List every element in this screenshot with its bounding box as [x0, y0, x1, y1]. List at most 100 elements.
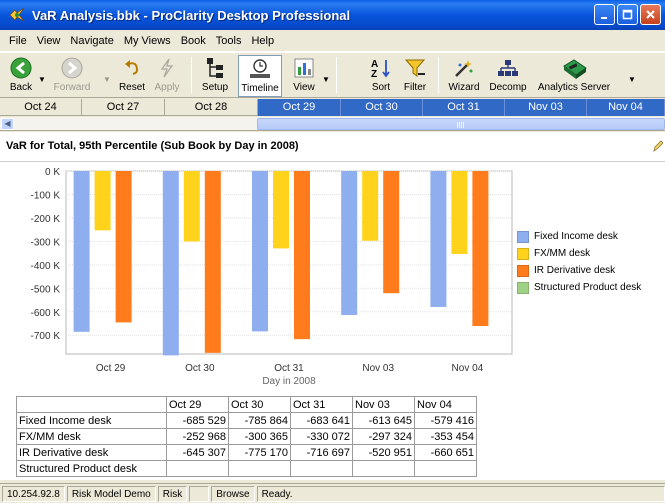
- back-dropdown-icon[interactable]: ▼: [38, 75, 46, 84]
- analytics-server-button[interactable]: Analytics Server: [532, 55, 616, 97]
- toolbar: Back ▼ Forward ▼ Reset Apply Setup Timel…: [0, 52, 665, 98]
- timeline-date[interactable]: Oct 28: [165, 99, 258, 116]
- sort-az-icon: AZ: [371, 59, 390, 79]
- legend-entry: FX/MM desk: [517, 245, 641, 262]
- timeline-date-selected[interactable]: Oct 30: [341, 99, 423, 116]
- grid-row-header[interactable]: FX/MM desk: [16, 428, 167, 445]
- minimize-button[interactable]: [594, 4, 615, 25]
- legend-swatch: [517, 264, 529, 277]
- menu-book[interactable]: Book: [176, 35, 211, 47]
- wizard-label: Wizard: [448, 82, 480, 93]
- timeline-scrollbar[interactable]: ◀: [0, 117, 665, 131]
- forward-label: Forward: [53, 82, 91, 93]
- reset-button[interactable]: Reset: [116, 55, 148, 97]
- setup-button[interactable]: Setup: [198, 55, 232, 97]
- wizard-button[interactable]: Wizard: [444, 55, 484, 97]
- grid-cell: -297 324: [352, 428, 415, 445]
- undo-arrow-icon: [125, 60, 139, 75]
- grid-header-row: Oct 29 Oct 30 Oct 31 Nov 03 Nov 04: [16, 396, 477, 413]
- timeline-button[interactable]: Timeline: [238, 55, 282, 97]
- status-message: Ready.: [256, 485, 665, 502]
- grid-cell: -300 365: [228, 428, 291, 445]
- grid-cell: [414, 460, 477, 477]
- forward-dropdown-icon[interactable]: ▼: [103, 75, 111, 84]
- back-label: Back: [9, 82, 33, 93]
- x-tick-label: Nov 04: [452, 363, 484, 374]
- title-bar: VaR Analysis.bbk - ProClarity Desktop Pr…: [0, 0, 665, 30]
- grid-cell: -252 968: [166, 428, 229, 445]
- grid-cell: [166, 460, 229, 477]
- grid-cell: -775 170: [228, 444, 291, 461]
- menu-help[interactable]: Help: [246, 35, 279, 47]
- sort-button[interactable]: AZ Sort: [366, 55, 396, 97]
- timeline-date-selected[interactable]: Oct 31: [423, 99, 505, 116]
- menu-navigate[interactable]: Navigate: [65, 35, 118, 47]
- svg-text:Z: Z: [371, 69, 377, 79]
- table-row: Structured Product desk: [16, 460, 477, 477]
- menu-my-views[interactable]: My Views: [119, 35, 176, 47]
- grid-column-header[interactable]: Nov 04: [414, 396, 477, 413]
- grid-row-header[interactable]: Fixed Income desk: [16, 412, 167, 429]
- menu-view[interactable]: View: [32, 35, 66, 47]
- menu-tools[interactable]: Tools: [211, 35, 247, 47]
- grid-column-header[interactable]: Oct 31: [290, 396, 353, 413]
- analytics-server-label: Analytics Server: [537, 82, 611, 93]
- reset-label: Reset: [118, 82, 146, 93]
- timeline-clock-icon: [250, 59, 270, 78]
- wizard-wand-icon: [455, 60, 473, 77]
- grid-cell: -330 072: [290, 428, 353, 445]
- grid-row-header[interactable]: Structured Product desk: [16, 460, 167, 477]
- grid-cell: -520 951: [352, 444, 415, 461]
- grid-cell: -683 641: [290, 412, 353, 429]
- y-tick-label: -700 K: [31, 331, 61, 342]
- x-tick-label: Oct 30: [185, 363, 215, 374]
- scroll-thumb[interactable]: [257, 118, 665, 130]
- table-row: FX/MM desk -252 968 -300 365 -330 072 -297 3…: [16, 428, 477, 445]
- view-label: View: [293, 82, 315, 93]
- decomp-label: Decomp: [489, 82, 527, 93]
- timeline-date-selected[interactable]: Oct 29: [258, 99, 341, 116]
- view-dropdown-icon[interactable]: ▼: [322, 75, 330, 84]
- y-tick-label: -600 K: [31, 308, 61, 319]
- decomp-button[interactable]: Decomp: [486, 55, 530, 97]
- chart-legend: Fixed Income desk FX/MM desk IR Derivati…: [517, 228, 641, 296]
- grid-column-header[interactable]: Nov 03: [352, 396, 415, 413]
- timeline-date[interactable]: Oct 24: [0, 99, 82, 116]
- apply-button[interactable]: Apply: [151, 55, 183, 97]
- grid-column-header[interactable]: Oct 30: [228, 396, 291, 413]
- x-axis-label: Day in 2008: [262, 376, 316, 387]
- forward-button[interactable]: Forward: [50, 55, 94, 97]
- chart-view-icon: [294, 58, 314, 78]
- bar: [472, 171, 489, 326]
- sort-label: Sort: [371, 82, 391, 93]
- data-grid: Oct 29 Oct 30 Oct 31 Nov 03 Nov 04 Fixed Inco…: [16, 396, 477, 477]
- bar: [430, 171, 447, 307]
- back-button[interactable]: Back: [4, 55, 38, 97]
- toolbar-overflow-icon[interactable]: ▼: [628, 75, 636, 84]
- view-button[interactable]: View: [288, 55, 320, 97]
- filter-button[interactable]: Filter: [398, 55, 432, 97]
- filter-funnel-icon: [404, 59, 426, 77]
- close-button[interactable]: [640, 4, 661, 25]
- grid-cell: -579 416: [414, 412, 477, 429]
- timeline-date-selected[interactable]: Nov 03: [505, 99, 587, 116]
- grid-cell: -353 454: [414, 428, 477, 445]
- status-bar: 10.254.92.8 Risk Model Demo Risk Browse …: [0, 483, 665, 503]
- filter-label: Filter: [403, 82, 427, 93]
- toolbar-separator: [438, 57, 439, 93]
- menu-file[interactable]: File: [4, 35, 32, 47]
- y-tick-label: -200 K: [31, 214, 61, 225]
- grid-cell: -613 645: [352, 412, 415, 429]
- toolbar-separator: [336, 57, 337, 93]
- x-tick-label: Nov 03: [362, 363, 394, 374]
- scroll-left-arrow-icon[interactable]: ◀: [1, 118, 14, 130]
- table-row: Fixed Income desk -685 529 -785 864 -683 64…: [16, 412, 477, 429]
- edit-pencil-icon[interactable]: [653, 140, 663, 152]
- apply-label: Apply: [154, 82, 180, 93]
- grid-column-header[interactable]: Oct 29: [166, 396, 229, 413]
- timeline-date-selected[interactable]: Nov 04: [587, 99, 665, 116]
- legend-label: Fixed Income desk: [534, 231, 618, 242]
- grid-row-header[interactable]: IR Derivative desk: [16, 444, 167, 461]
- timeline-date[interactable]: Oct 27: [82, 99, 165, 116]
- maximize-button[interactable]: [617, 4, 638, 25]
